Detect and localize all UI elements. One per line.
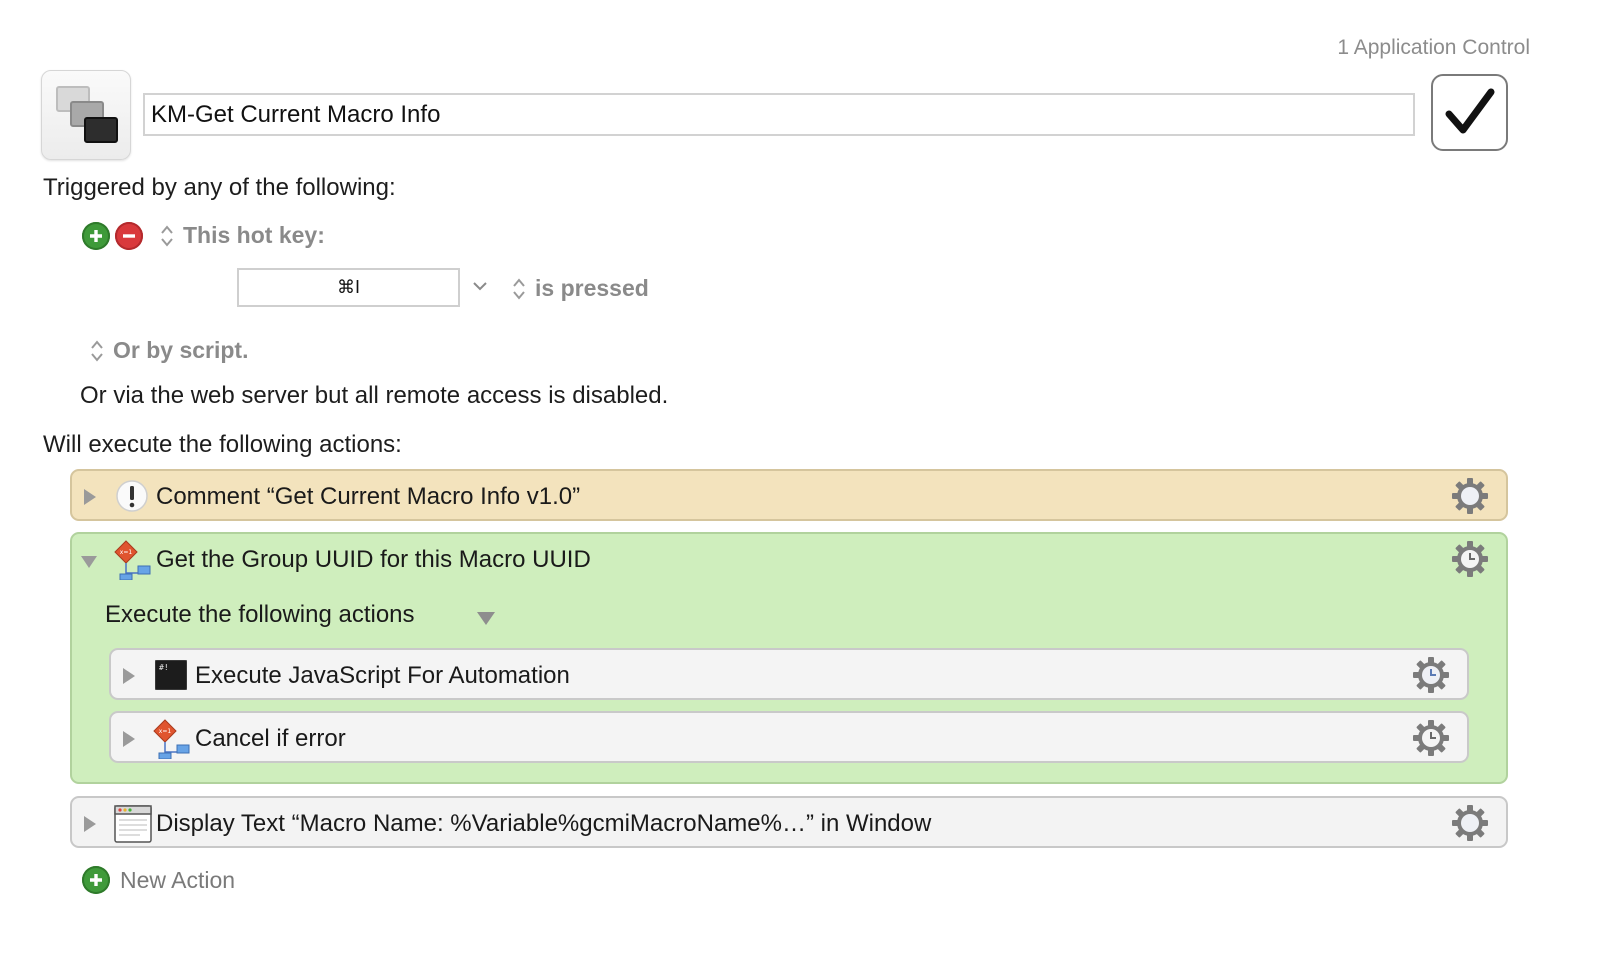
comment-action[interactable]: Comment “Get Current Macro Info v1.0” <box>70 469 1508 521</box>
if-then-flowchart-icon: x=1 <box>153 719 190 759</box>
trigger-type-label: This hot key: <box>183 222 325 248</box>
gear-icon[interactable] <box>1450 476 1490 516</box>
chevron-down-icon[interactable] <box>476 610 496 626</box>
disclosure-triangle-icon[interactable] <box>80 554 98 570</box>
macro-group-label[interactable]: 1 Application Control <box>1337 36 1530 60</box>
actions-heading: Will execute the following actions: <box>43 431 402 458</box>
add-icon <box>82 866 110 894</box>
updown-arrows-icon <box>513 277 525 300</box>
macro-group-icon[interactable] <box>41 70 131 160</box>
new-action-label: New Action <box>120 866 236 893</box>
inner-action-title: Cancel if error <box>195 725 346 752</box>
add-trigger-button[interactable] <box>82 222 110 250</box>
hotkey-state-popup[interactable]: is pressed <box>511 275 649 302</box>
inner-action-title: Execute JavaScript For Automation <box>195 662 570 689</box>
disclosure-triangle-icon[interactable] <box>121 730 137 748</box>
gear-clock-icon[interactable] <box>1411 655 1451 695</box>
web-server-note: Or via the web server but all remote acc… <box>80 382 669 409</box>
hotkey-field[interactable]: ⌘I <box>237 268 460 307</box>
disclosure-triangle-icon[interactable] <box>82 488 98 506</box>
svg-text:#!: #! <box>159 663 169 672</box>
triggers-heading: Triggered by any of the following: <box>43 174 396 201</box>
updown-arrows-icon <box>91 339 103 362</box>
remove-trigger-button[interactable] <box>115 222 143 250</box>
if-then-flowchart-icon: x=1 <box>114 540 151 580</box>
group-action[interactable]: x=1 Get the Group UUID for this Macro UU… <box>70 532 1508 784</box>
gear-clock-icon[interactable] <box>1411 718 1451 758</box>
inner-action-cancel-if-error[interactable]: x=1 Cancel if error <box>109 711 1469 763</box>
add-icon <box>90 230 102 242</box>
new-action-button[interactable]: New Action <box>82 866 235 894</box>
svg-text:x=1: x=1 <box>159 728 172 735</box>
trigger-type-popup[interactable]: This hot key: <box>159 222 325 249</box>
updown-arrows-icon <box>161 224 173 247</box>
terminal-icon: #! <box>155 660 187 690</box>
disclosure-triangle-icon[interactable] <box>121 667 137 685</box>
checkmark-icon <box>1445 88 1494 133</box>
chevron-down-icon[interactable] <box>472 280 488 292</box>
script-trigger-popup[interactable]: Or by script. <box>89 337 248 364</box>
gear-icon[interactable] <box>1450 803 1490 843</box>
exclamation-icon <box>116 480 148 512</box>
disclosure-triangle-icon[interactable] <box>82 815 98 833</box>
display-text-action-title: Display Text “Macro Name: %Variable%gcmi… <box>156 810 932 837</box>
group-subheading: Execute the following actions <box>105 601 415 628</box>
remove-icon <box>123 234 135 238</box>
group-action-title: Get the Group UUID for this Macro UUID <box>156 546 591 573</box>
display-text-action[interactable]: Display Text “Macro Name: %Variable%gcmi… <box>70 796 1508 848</box>
gear-clock-icon[interactable] <box>1450 539 1490 579</box>
hotkey-state-label: is pressed <box>535 275 649 301</box>
inner-action-execute-jxa[interactable]: #! Execute JavaScript For Automation <box>109 648 1469 700</box>
macro-enabled-checkbox[interactable] <box>1431 74 1508 151</box>
svg-text:x=1: x=1 <box>120 549 133 556</box>
window-icon <box>114 805 152 843</box>
macro-name-field[interactable]: KM-Get Current Macro Info <box>143 93 1415 136</box>
script-trigger-label: Or by script. <box>113 337 249 363</box>
comment-action-title: Comment “Get Current Macro Info v1.0” <box>156 483 581 510</box>
